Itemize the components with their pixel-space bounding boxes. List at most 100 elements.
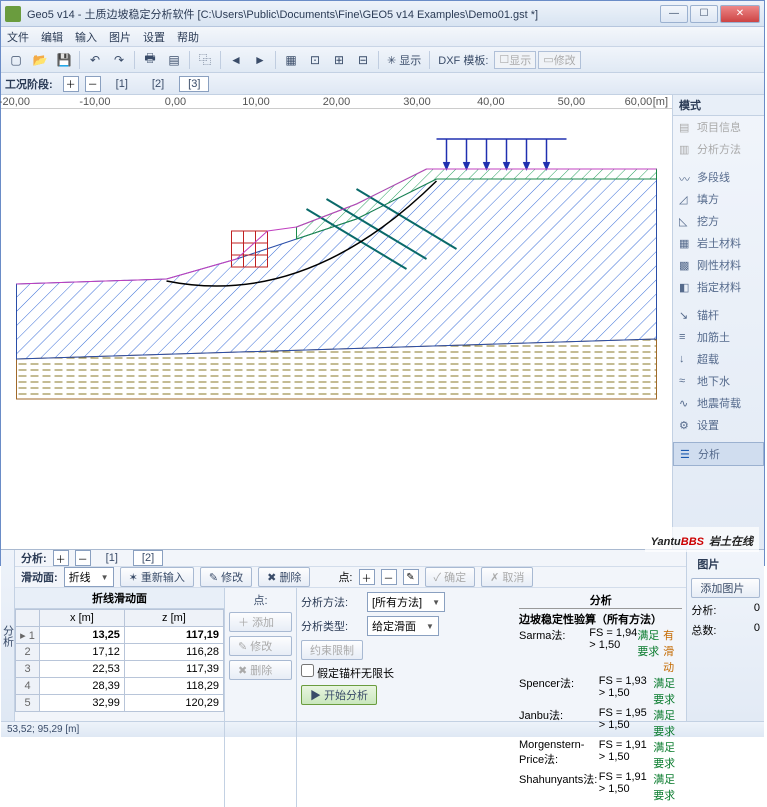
new-icon[interactable]: ▢ xyxy=(5,50,27,70)
mode-assign[interactable]: ◧指定材料 xyxy=(673,276,764,298)
stage-tab-2[interactable]: [2] xyxy=(143,76,173,92)
mode-polyline[interactable]: 〰多段线 xyxy=(673,166,764,188)
print-icon[interactable]: 🖶 xyxy=(139,50,161,70)
mode-quake[interactable]: ∿地震荷载 xyxy=(673,392,764,414)
mode-rigid[interactable]: ▩刚性材料 xyxy=(673,254,764,276)
type-label: 分析类型: xyxy=(301,618,361,634)
table-row[interactable]: ▸ 113,25117,19 xyxy=(16,627,224,644)
mid-add: ＋ 添加 xyxy=(229,612,292,632)
result-line: Spencer法:FS = 1,93 > 1,50满足要求 xyxy=(519,675,682,707)
stage-bar: 工况阶段: ＋ － [1] [2] [3] xyxy=(1,73,764,95)
slide-type-dropdown[interactable]: 折线 xyxy=(64,567,114,587)
analysis-del[interactable]: － xyxy=(75,550,91,566)
analysis-tab-1[interactable]: [1] xyxy=(97,550,127,566)
pic-head: 图片 xyxy=(691,554,760,574)
infinite-checkbox[interactable]: 假定锚杆无限长 xyxy=(301,664,394,681)
start-analysis-button[interactable]: ▶ 开始分析 xyxy=(301,685,377,705)
maximize-button[interactable]: ☐ xyxy=(690,5,718,23)
mode-method: ▥分析方法 xyxy=(673,138,764,160)
menu-edit[interactable]: 编辑 xyxy=(41,29,63,45)
drawing-canvas[interactable] xyxy=(1,109,672,549)
mode-panel: 模式 ▤项目信息 ▥分析方法 〰多段线 ◿填方 ◺挖方 ▦岩土材料 ▩刚性材料 … xyxy=(672,95,764,549)
dxf-show: ☐ 显示 xyxy=(494,51,536,69)
menubar: 文件 编辑 输入 图片 设置 帮助 xyxy=(1,27,764,47)
stage-tab-3[interactable]: [3] xyxy=(179,76,209,92)
app-icon xyxy=(5,6,21,22)
reinput-button[interactable]: ✶ 重新输入 xyxy=(120,567,194,587)
stage-add-button[interactable]: ＋ xyxy=(63,76,79,92)
method-dropdown[interactable]: [所有方法] xyxy=(367,592,445,612)
grid-icon[interactable]: ▦ xyxy=(280,50,302,70)
cancel-button: ✗ 取消 xyxy=(481,567,533,587)
mid-edit: ✎ 修改 xyxy=(229,636,292,656)
watermark: YantuBBS 岩土在线 xyxy=(645,527,759,552)
mode-water[interactable]: ≈地下水 xyxy=(673,370,764,392)
menu-pic[interactable]: 图片 xyxy=(109,29,131,45)
results-head: 分析 xyxy=(519,592,682,609)
modify-button[interactable]: ✎ 修改 xyxy=(200,567,252,587)
save-icon[interactable]: 💾 xyxy=(53,50,75,70)
table-row[interactable]: 322,53117,39 xyxy=(16,661,224,678)
undo-icon[interactable]: ↶ xyxy=(84,50,106,70)
zoom3-icon[interactable]: ⊟ xyxy=(352,50,374,70)
type-dropdown[interactable]: 给定滑面 xyxy=(367,616,439,636)
mode-analysis[interactable]: ☰分析 xyxy=(673,442,764,466)
analysis-add[interactable]: ＋ xyxy=(53,550,69,566)
mode-header: 模式 xyxy=(673,95,764,116)
dxf-label: DXF 模板: xyxy=(438,52,488,68)
mode-embankment[interactable]: ◿填方 xyxy=(673,188,764,210)
pt-edit[interactable]: ✎ xyxy=(403,569,419,585)
mode-setting[interactable]: ⚙设置 xyxy=(673,414,764,436)
pt-del[interactable]: － xyxy=(381,569,397,585)
toolbar: ▢ 📂 💾 ↶ ↷ 🖶 ▤ ⿻ ◄ ► ▦ ⊡ ⊞ ⊟ ✳ 显示 DXF 模板:… xyxy=(1,47,764,73)
redo-icon[interactable]: ↷ xyxy=(108,50,130,70)
mode-project: ▤项目信息 xyxy=(673,116,764,138)
mid-del: ✖ 删除 xyxy=(229,660,292,680)
copy-icon[interactable]: ⿻ xyxy=(194,50,216,70)
result-line: Morgenstern-Price法:FS = 1,91 > 1,50满足要求 xyxy=(519,739,682,771)
nav-right-icon[interactable]: ► xyxy=(249,50,271,70)
stage-del-button[interactable]: － xyxy=(85,76,101,92)
mode-surcharge[interactable]: ↓超载 xyxy=(673,348,764,370)
result-line: Janbu法:FS = 1,95 > 1,50满足要求 xyxy=(519,707,682,739)
add-pic-button[interactable]: 添加图片 xyxy=(691,578,760,598)
mode-soil[interactable]: ▦岩土材料 xyxy=(673,232,764,254)
delete-button[interactable]: ✖ 删除 xyxy=(258,567,310,587)
zoom2-icon[interactable]: ⊞ xyxy=(328,50,350,70)
table-row[interactable]: 217,12116,28 xyxy=(16,644,224,661)
analysis-side-label: 分析 xyxy=(1,550,15,721)
pic-icon[interactable]: ▤ xyxy=(163,50,185,70)
table-row[interactable]: 428,39118,29 xyxy=(16,678,224,695)
mode-anchor[interactable]: ↘锚杆 xyxy=(673,304,764,326)
result-line: Sarma法:FS = 1,94 > 1,50满足要求有滑动 xyxy=(519,627,682,675)
zoom1-icon[interactable]: ⊡ xyxy=(304,50,326,70)
close-button[interactable]: ✕ xyxy=(720,5,760,23)
mid-pt-label: 点: xyxy=(229,592,292,608)
stage-label: 工况阶段: xyxy=(5,76,53,92)
menu-help[interactable]: 帮助 xyxy=(177,29,199,45)
minimize-button[interactable]: — xyxy=(660,5,688,23)
slide-label: 滑动面: xyxy=(21,569,58,585)
toolbar-show-label[interactable]: ✳ 显示 xyxy=(387,52,421,68)
titlebar: Geo5 v14 - 土质边坡稳定分析软件 [C:\Users\Public\D… xyxy=(1,1,764,27)
menu-file[interactable]: 文件 xyxy=(7,29,29,45)
menu-set[interactable]: 设置 xyxy=(143,29,165,45)
constraint-button: 约束限制 xyxy=(301,640,363,660)
table-header: 折线滑动面 xyxy=(15,588,224,609)
ruler: -20,00 -10,00 0,00 10,00 20,00 30,00 40,… xyxy=(1,95,672,109)
slip-table[interactable]: x [m]z [m] ▸ 113,25117,19217,12116,28322… xyxy=(15,609,224,712)
analysis-label: 分析: xyxy=(21,550,47,566)
table-row[interactable]: 532,99120,29 xyxy=(16,695,224,712)
pt-add[interactable]: ＋ xyxy=(359,569,375,585)
mode-reinforce[interactable]: ≡加筋土 xyxy=(673,326,764,348)
confirm-button: ✓ 确定 xyxy=(425,567,476,587)
nav-left-icon[interactable]: ◄ xyxy=(225,50,247,70)
menu-input[interactable]: 输入 xyxy=(75,29,97,45)
results-sub: 边坡稳定性验算（所有方法） xyxy=(519,611,682,627)
mode-cut[interactable]: ◺挖方 xyxy=(673,210,764,232)
open-icon[interactable]: 📂 xyxy=(29,50,51,70)
stage-tab-1[interactable]: [1] xyxy=(107,76,137,92)
window-title: Geo5 v14 - 土质边坡稳定分析软件 [C:\Users\Public\D… xyxy=(27,6,660,22)
analysis-tab-2[interactable]: [2] xyxy=(133,550,163,566)
point-label: 点: xyxy=(338,569,352,585)
